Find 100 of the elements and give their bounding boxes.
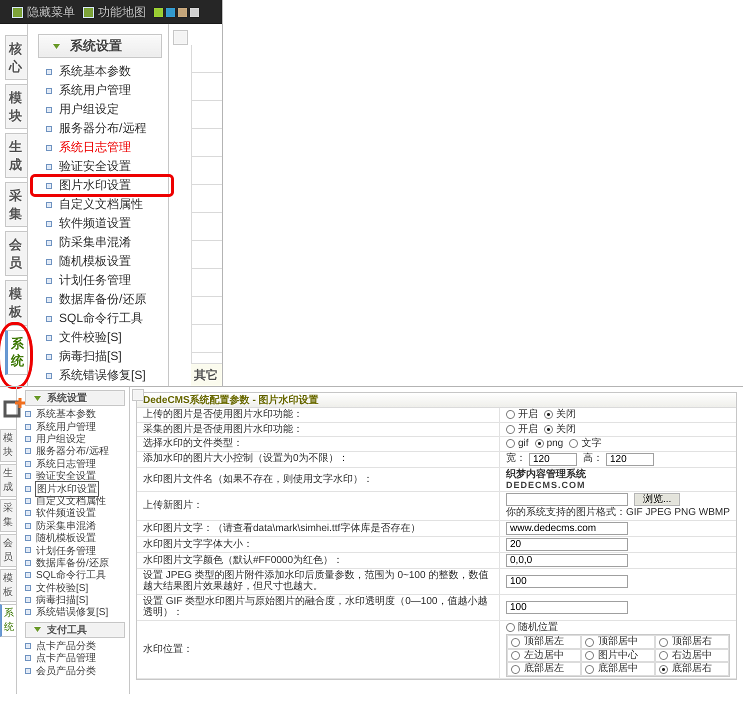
menu-item[interactable]: 点卡产品管理 — [35, 651, 97, 666]
side-tab[interactable]: 生成 — [0, 464, 16, 497]
input-field[interactable]: 0,0,0 — [506, 554, 628, 567]
menu-item[interactable]: 系统用户管理 — [59, 82, 131, 99]
menu-item[interactable]: 随机模板设置 — [59, 253, 131, 270]
side-tab[interactable]: 采集 — [5, 182, 27, 228]
radio-button[interactable] — [544, 424, 553, 434]
bullet-icon — [25, 584, 31, 591]
menu-item[interactable]: 防采集串混淆 — [35, 518, 97, 533]
side-tab[interactable]: 模板 — [0, 569, 16, 602]
menu-item[interactable]: 系统日志管理 — [59, 139, 131, 156]
input-field[interactable]: 100 — [506, 574, 628, 588]
menu-item[interactable]: 病毒扫描[S] — [35, 593, 90, 608]
menu-item[interactable]: 软件频道设置 — [35, 506, 97, 520]
menu-item[interactable]: 随机模板设置 — [35, 531, 97, 546]
theme-swatch[interactable] — [178, 8, 187, 16]
side-tab[interactable]: 模板 — [5, 280, 27, 326]
side-tab[interactable]: 系统 — [0, 604, 16, 637]
side-tab[interactable]: 会员 — [0, 534, 16, 567]
side-tab[interactable]: 采集 — [0, 499, 16, 532]
setting-label: 上传的图片是否使用图片水印功能： — [143, 409, 303, 420]
menu-item[interactable]: 自定义文档属性 — [59, 196, 143, 213]
radio-button[interactable] — [534, 439, 544, 448]
radio-button[interactable] — [506, 424, 515, 434]
menu-item[interactable]: 验证安全设置 — [59, 158, 131, 175]
menu-item[interactable]: 系统错误修复[S] — [59, 367, 146, 384]
menu-header[interactable]: 系统设置 — [38, 34, 162, 58]
setting-label: 采集的图片是否使用图片水印功能： — [143, 424, 303, 435]
toolbar-link[interactable]: 隐藏菜单 — [27, 4, 75, 20]
input-field[interactable]: 120 — [606, 452, 654, 466]
radio-button[interactable] — [569, 439, 578, 448]
menu-item[interactable]: 文件校验[S] — [35, 580, 90, 595]
option-label: 关闭 — [556, 424, 576, 435]
theme-swatch[interactable] — [154, 8, 163, 16]
menu-item[interactable]: 系统错误修复[S] — [35, 605, 110, 620]
menu-item[interactable]: 系统基本参数 — [59, 63, 131, 80]
input-field[interactable]: 20 — [506, 538, 628, 551]
menu-item[interactable]: 用户组设定 — [35, 432, 87, 446]
add-icon[interactable] — [3, 397, 27, 419]
menu-item[interactable]: 验证安全设置 — [35, 469, 97, 484]
menu-item[interactable]: 防采集串混淆 — [59, 234, 131, 251]
radio-button[interactable] — [659, 638, 668, 647]
input-field[interactable]: 120 — [529, 452, 577, 466]
radio-button[interactable] — [585, 664, 594, 674]
menu-item[interactable]: 系统基本参数 — [35, 407, 97, 422]
radio-button[interactable] — [511, 651, 520, 660]
menu-item[interactable]: SQL命令行工具 — [59, 310, 144, 327]
radio-button[interactable] — [506, 410, 515, 420]
bullet-icon — [25, 560, 31, 566]
menu-header[interactable]: 系统设置 — [25, 390, 125, 406]
theme-swatch[interactable] — [190, 8, 199, 16]
toggle-handle[interactable] — [132, 389, 144, 401]
side-tab[interactable]: 系统 — [5, 330, 27, 375]
menu-item[interactable]: 计划任务管理 — [59, 272, 131, 289]
menu-item[interactable]: 数据库备份/还原 — [59, 291, 146, 308]
bullet-icon — [46, 144, 52, 150]
side-tab[interactable]: 生成 — [5, 133, 27, 178]
menu-item[interactable]: 会员产品分类 — [35, 664, 97, 678]
input-field[interactable]: 100 — [506, 600, 628, 614]
bullet-icon — [46, 164, 52, 170]
setting-label: 水印图片文字字体大小： — [143, 538, 253, 550]
menu-item[interactable]: 图片水印设置 — [35, 480, 99, 497]
toolbar-link[interactable]: 功能地图 — [98, 4, 146, 20]
menu-item[interactable]: 病毒扫描[S] — [59, 348, 122, 365]
side-tab[interactable]: 会员 — [5, 231, 27, 276]
menu-item[interactable]: 文件校验[S] — [59, 329, 122, 346]
side-tab[interactable]: 模块 — [5, 84, 27, 130]
option-label: 左边居中 — [524, 650, 564, 662]
file-field[interactable] — [506, 493, 628, 506]
menu-item[interactable]: 图片水印设置 — [59, 177, 131, 194]
menu-item[interactable]: 系统用户管理 — [35, 420, 97, 434]
setting-label: 水印位置： — [143, 644, 193, 656]
menu-item[interactable]: 点卡产品分类 — [35, 638, 97, 653]
radio-button[interactable] — [511, 664, 520, 674]
menu-item[interactable]: 系统日志管理 — [35, 456, 97, 471]
menu-item[interactable]: 数据库备份/还原 — [35, 556, 110, 570]
menu-item[interactable]: 计划任务管理 — [35, 544, 97, 558]
radio-button[interactable] — [544, 410, 553, 420]
menu-item[interactable]: 服务器分布/远程 — [59, 120, 146, 137]
grid-icon — [83, 6, 94, 18]
bullet-icon — [25, 510, 31, 516]
theme-swatch[interactable] — [166, 8, 175, 16]
toggle-handle[interactable] — [173, 30, 188, 45]
radio-button[interactable] — [585, 638, 594, 647]
side-tab[interactable]: 模块 — [0, 429, 16, 462]
radio-button[interactable] — [506, 439, 515, 448]
browse-button[interactable]: 浏览... — [634, 493, 680, 506]
radio-button[interactable] — [659, 651, 668, 660]
menu-item[interactable]: SQL命令行工具 — [35, 568, 108, 582]
radio-button[interactable] — [585, 651, 594, 660]
input-field[interactable]: www.dedecms.com — [506, 522, 628, 535]
menu-item[interactable]: 服务器分布/远程 — [35, 444, 110, 458]
menu-item[interactable]: 软件频道设置 — [59, 215, 131, 232]
radio-button[interactable] — [506, 623, 515, 632]
menu-header[interactable]: 支付工具 — [25, 622, 125, 638]
bullet-icon — [46, 278, 52, 284]
radio-button[interactable] — [511, 638, 520, 647]
side-tab[interactable]: 核心 — [5, 35, 27, 80]
radio-button[interactable] — [659, 664, 668, 674]
menu-item[interactable]: 用户组设定 — [59, 101, 119, 118]
